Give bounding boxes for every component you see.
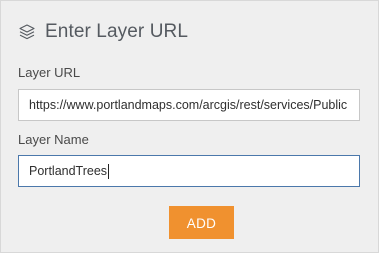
panel-title: Enter Layer URL [45, 21, 189, 42]
layer-name-value: PortlandTrees [29, 164, 108, 178]
text-caret [108, 164, 110, 180]
add-button[interactable]: ADD [169, 206, 234, 239]
layer-url-value: https://www.portlandmaps.com/arcgis/rest… [29, 98, 348, 112]
panel-header: Enter Layer URL [18, 18, 188, 46]
enter-layer-url-panel: Enter Layer URL Layer URL https://www.po… [0, 0, 379, 253]
layer-url-label: Layer URL [18, 65, 81, 80]
layer-name-input[interactable]: PortlandTrees [18, 155, 360, 187]
layers-icon [18, 23, 36, 41]
layer-url-input[interactable]: https://www.portlandmaps.com/arcgis/rest… [18, 89, 360, 121]
layer-name-label: Layer Name [18, 132, 89, 147]
